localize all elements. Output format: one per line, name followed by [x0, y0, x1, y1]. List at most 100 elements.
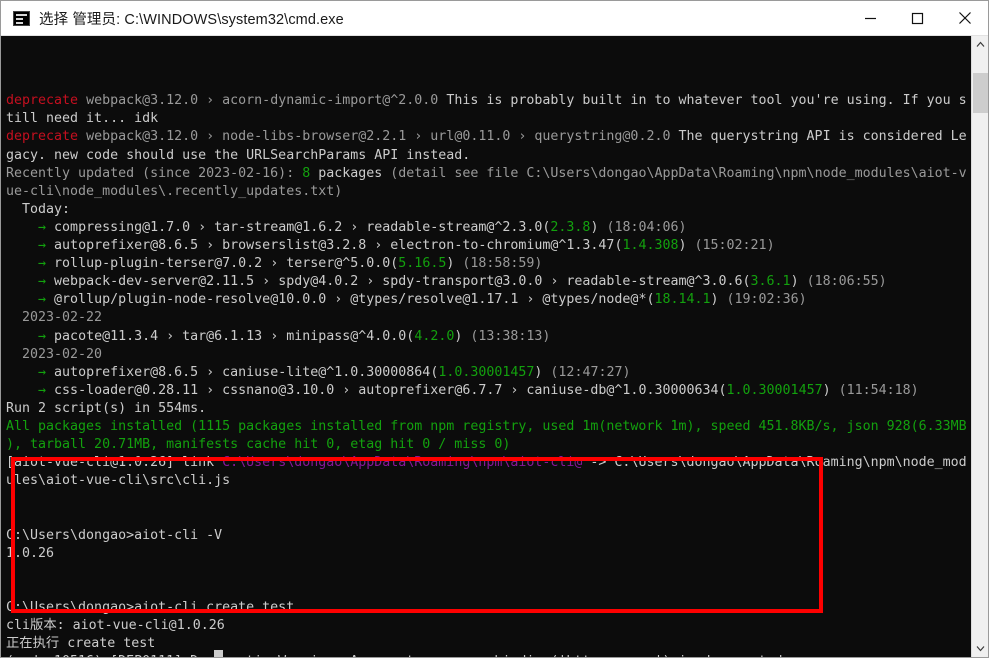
console-text: Recently updated (since 2023-02-16):: [6, 165, 303, 181]
console-text: packages: [310, 165, 391, 181]
console-text: deprecate: [6, 93, 79, 109]
console-text: 1.0.30001457: [726, 382, 823, 398]
close-button[interactable]: [941, 1, 988, 35]
console-text: Today:: [6, 201, 71, 217]
console-text: css-loader@0.28.11 › cssnano@3.10.0 › au…: [54, 382, 719, 398]
console-text: @rollup/plugin-node-resolve@10.0.0 › @ty…: [54, 292, 647, 308]
console-line: [aiot-vue-cli@1.0.26] link C:\Users\dong…: [6, 454, 971, 472]
console-output[interactable]: deprecate webpack@3.12.0 › acorn-dynamic…: [1, 36, 971, 657]
console-line: ules\aiot-vue-cli\src\cli.js: [6, 472, 971, 490]
console-line: Run 2 script(s) in 554ms.: [6, 400, 971, 418]
console-text: ): [710, 292, 727, 308]
console-text: ): [590, 219, 607, 235]
console-line: Recently updated (since 2023-02-16): 8 p…: [6, 165, 971, 183]
console-text: C:\Users\dongao\AppData\Roaming\npm\aiot…: [222, 455, 583, 471]
console-line: → pacote@11.3.4 › tar@6.1.13 › minipass@…: [6, 328, 971, 346]
console-text: till need it... idk: [6, 111, 159, 127]
console-text: (12:47:27): [550, 364, 631, 380]
console-line: 2023-02-22: [6, 309, 971, 327]
console-line: → compressing@1.7.0 › tar-stream@1.6.2 ›…: [6, 219, 971, 237]
console-text: autoprefixer@8.6.5 › caniuse-lite@^1.0.3…: [54, 364, 431, 380]
maximize-button[interactable]: [894, 1, 941, 35]
cmd-window: 选择 管理员: C:\WINDOWS\system32\cmd.exe depr…: [0, 0, 989, 658]
console-line: gacy. new code should use the URLSearchP…: [6, 147, 971, 165]
console-text: (18:06:55): [806, 274, 887, 290]
console-text: [aiot-vue-cli@1.0.26] link: [6, 455, 223, 471]
console-line: → autoprefixer@8.6.5 › browserslist@3.2.…: [6, 237, 971, 255]
console-text: (: [718, 382, 727, 398]
console-text: ): [454, 328, 471, 344]
console-text: 2023-02-20: [6, 346, 103, 362]
console-text: ): [822, 382, 839, 398]
console-text: Run 2 script(s) in 554ms.: [6, 400, 207, 416]
console-text: 1.4.308: [622, 238, 679, 254]
vertical-scrollbar[interactable]: [971, 36, 988, 657]
console-text: (15:02:21): [694, 238, 775, 254]
console-text: ue-cli\node_modules\.recently_updates.tx…: [6, 183, 343, 199]
console-text: ): [790, 274, 807, 290]
console-line: ue-cli\node_modules\.recently_updates.tx…: [6, 183, 971, 201]
console-line: till need it... idk: [6, 110, 971, 128]
console-text: (18:04:06): [606, 219, 687, 235]
console-line: All packages installed (1115 packages in…: [6, 418, 971, 436]
console-text: →: [6, 364, 55, 380]
console-text: compressing@1.7.0 › tar-stream@1.6.2 › r…: [54, 219, 543, 235]
console-text: deprecate: [6, 129, 79, 145]
console-line: ), tarball 20.71MB, manifests cache hit …: [6, 436, 971, 454]
scrollbar-track[interactable]: [972, 53, 988, 640]
console-text: (detail see file C:\Users\dongao\AppData…: [390, 165, 967, 181]
console-text: 2023-02-22: [6, 310, 103, 326]
scroll-up-arrow[interactable]: [972, 36, 988, 53]
console-line: Today:: [6, 201, 971, 219]
console-line: → autoprefixer@8.6.5 › caniuse-lite@^1.0…: [6, 364, 971, 382]
console-line: → rollup-plugin-terser@7.0.2 › terser@^5…: [6, 255, 971, 273]
window-title: 选择 管理员: C:\WINDOWS\system32\cmd.exe: [39, 11, 344, 28]
text-selection-block: [214, 650, 223, 657]
console-text: 5.16.5: [398, 256, 447, 272]
console-text: (18:58:59): [462, 256, 543, 272]
console-text: →: [6, 382, 55, 398]
console-line: C:\Users\dongao>aiot-cli create test: [6, 599, 971, 617]
console-text: webpack@3.12.0 › acorn-dynamic-import@^2…: [78, 93, 447, 109]
console-text: 1.0.30001457: [438, 364, 535, 380]
console-line: 1.0.26: [6, 545, 971, 563]
console-text: cli版本: aiot-vue-cli@1.0.26: [6, 618, 225, 633]
console-text: (13:38:13): [470, 328, 551, 344]
console-line: deprecate webpack@3.12.0 › acorn-dynamic…: [6, 92, 971, 110]
title-bar[interactable]: 选择 管理员: C:\WINDOWS\system32\cmd.exe: [1, 1, 988, 36]
console-text: →: [6, 274, 55, 290]
console-text: 1.0.26: [6, 545, 55, 561]
console-text: pacote@11.3.4 › tar@6.1.13 › minipass@^4…: [54, 328, 407, 344]
console-line: → @rollup/plugin-node-resolve@10.0.0 › @…: [6, 291, 971, 309]
console-text: (19:02:36): [726, 292, 807, 308]
scroll-down-arrow[interactable]: [972, 640, 988, 657]
console-text: The querystring API is considered Le: [678, 129, 967, 145]
console-line: cli版本: aiot-vue-cli@1.0.26: [6, 617, 971, 635]
console-text: rollup-plugin-terser@7.0.2 › terser@^5.0…: [54, 256, 391, 272]
console-text: 2.3.8: [550, 219, 591, 235]
console-line: deprecate webpack@3.12.0 › node-libs-bro…: [6, 128, 971, 146]
console-text: This is probably built in to whatever to…: [446, 93, 967, 109]
console-text: ), tarball 20.71MB, manifests cache hit …: [6, 437, 511, 453]
console-text: →: [6, 292, 55, 308]
console-text: →: [6, 328, 55, 344]
console-line: → css-loader@0.28.11 › cssnano@3.10.0 › …: [6, 382, 971, 400]
console-line: C:\Users\dongao>aiot-cli -V: [6, 527, 971, 545]
console-line: 正在执行 create test: [6, 635, 971, 653]
window-controls: [847, 1, 988, 35]
console-text: (11:54:18): [838, 382, 919, 398]
console-text: (: [742, 274, 751, 290]
console-text: 3.6.1: [750, 274, 791, 290]
scrollbar-thumb[interactable]: [973, 73, 988, 113]
console-text: -> C:\Users\dongao\AppData\Roaming\npm\n…: [582, 455, 967, 471]
cmd-icon: [13, 10, 30, 26]
console-text: →: [6, 219, 55, 235]
minimize-button[interactable]: [847, 1, 894, 35]
console-area: deprecate webpack@3.12.0 › acorn-dynamic…: [1, 36, 988, 657]
console-text: gacy. new code should use the URLSearchP…: [6, 147, 471, 163]
console-text: C:\Users\dongao>aiot-cli create test: [6, 599, 295, 615]
